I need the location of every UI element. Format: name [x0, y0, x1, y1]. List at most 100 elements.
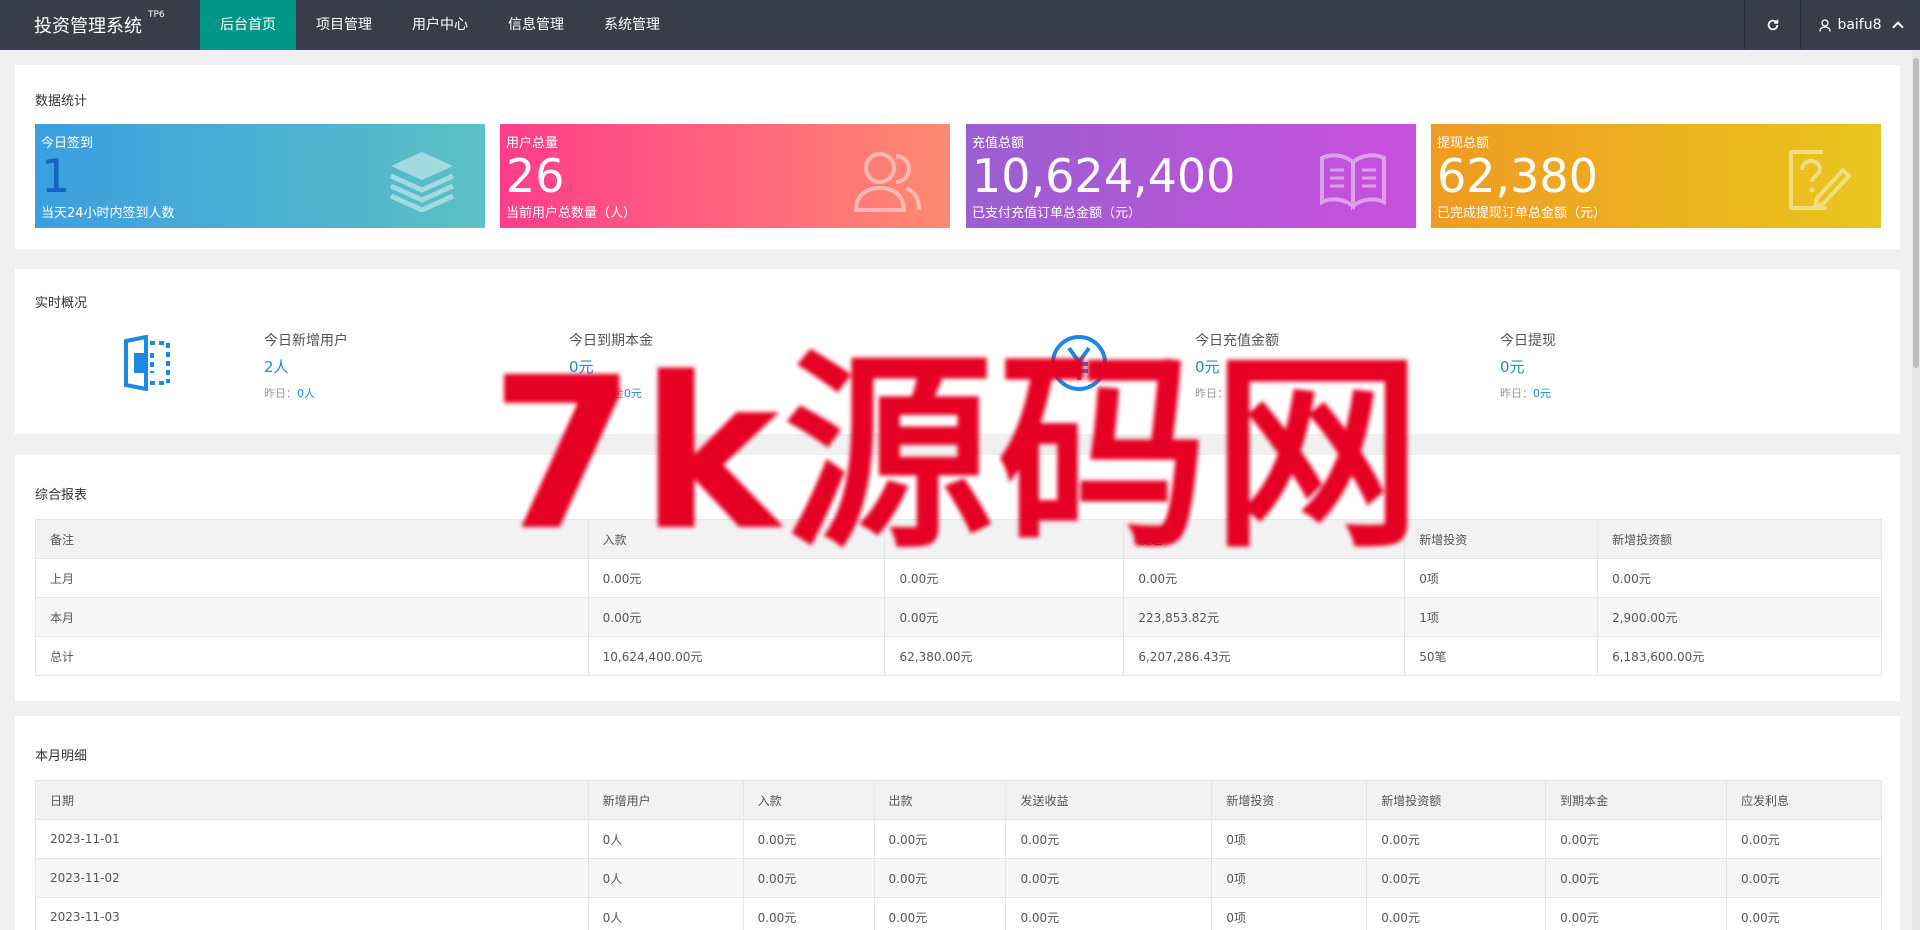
table-row: 本月 0.00元 0.00元 223,853.82元 1项 2,900.00元 [35, 597, 1882, 637]
realtime-value: 2人 [264, 358, 289, 376]
table-cell: 0.00元 [742, 858, 875, 898]
book-icon [1320, 153, 1386, 211]
realtime-label: 今日提现 [1500, 333, 1556, 349]
table-cell: 0项 [1211, 897, 1368, 930]
column-header: 发送 [1123, 519, 1406, 559]
table-cell: 0.00元 [742, 897, 875, 930]
realtime-value: 0元 [1500, 358, 1525, 376]
nav-item-projects[interactable]: 项目管理 [296, 0, 392, 50]
table-cell: 0.00元 [1005, 858, 1213, 898]
stat-card-withdraw: 提现总额 62,380 已完成提现订单总金额（元） [1431, 124, 1881, 228]
table-cell: 0人 [587, 858, 744, 898]
column-header: 入款 [742, 780, 875, 820]
realtime-value: 0元 [1195, 358, 1220, 376]
top-navbar: 投资管理系统 TP6 后台首页 项目管理 用户中心 信息管理 系统管理 baif… [0, 0, 1920, 50]
table-cell: 62,380.00元 [884, 636, 1125, 676]
table-cell: 0人 [587, 897, 744, 930]
table-cell: 1项 [1404, 597, 1599, 637]
realtime-new-users: 今日新增用户 2人 昨日：0人 [264, 330, 348, 401]
realtime-yesterday: 昨日： [1195, 385, 1279, 401]
stat-card-recharge: 充值总额 10,624,400 已支付充值订单总金额（元） [966, 124, 1416, 228]
main-nav: 后台首页 项目管理 用户中心 信息管理 系统管理 [200, 0, 680, 50]
yesterday-label: 昨日： [1195, 387, 1228, 400]
column-header: 新增投资 [1404, 519, 1599, 559]
realtime-label: 今日新增用户 [264, 333, 348, 349]
table-cell: 0项 [1211, 819, 1368, 859]
table-cell: 0.00元 [742, 819, 875, 859]
table-cell: 0.00元 [1545, 897, 1728, 930]
column-header: 出款 [873, 780, 1007, 820]
table-cell: 0.00元 [1726, 819, 1882, 859]
table-header-row: 日期 新增用户 入款 出款 发送收益 新增投资 新增投资额 到期本金 应发利息 [35, 780, 1882, 820]
stats-title: 数据统计 [35, 94, 88, 109]
stat-card-value: 1 [41, 149, 71, 203]
stat-card-value: 10,624,400 [972, 149, 1236, 203]
table-header-row: 备注 入款 发送 新增投资 新增投资额 [35, 519, 1882, 559]
table-cell: 0.00元 [1366, 897, 1547, 930]
user-menu[interactable]: baifu8 [1800, 0, 1920, 50]
stat-card-sub: 当天24小时内签到人数 [41, 206, 175, 221]
layers-icon [389, 152, 455, 212]
column-header: 新增用户 [587, 780, 744, 820]
realtime-value: 0元 [569, 358, 594, 376]
table-cell: 2023-11-03 [35, 897, 589, 930]
nav-item-system[interactable]: 系统管理 [584, 0, 680, 50]
stat-card-sub: 已完成提现订单总金额（元） [1437, 206, 1607, 221]
realtime-title: 实时概况 [35, 296, 88, 311]
nav-item-users[interactable]: 用户中心 [392, 0, 488, 50]
table-cell: 本月 [35, 597, 589, 637]
table-cell: 0.00元 [1597, 558, 1882, 598]
app-brand[interactable]: 投资管理系统 TP6 [0, 10, 200, 38]
table-cell: 2,900.00元 [1597, 597, 1882, 637]
table-cell: 0.00元 [873, 897, 1007, 930]
nav-item-info[interactable]: 信息管理 [488, 0, 584, 50]
yesterday-value: 0人 [297, 387, 315, 400]
realtime-recharge: 今日充值金额 0元 昨日： [1195, 330, 1279, 401]
nav-item-home[interactable]: 后台首页 [200, 0, 296, 50]
users-icon [853, 152, 921, 212]
column-header: 新增投资 [1211, 780, 1368, 820]
table-cell: 0项 [1404, 558, 1599, 598]
table-cell: 2023-11-02 [35, 858, 589, 898]
table-cell: 2023-11-01 [35, 819, 589, 859]
table-cell: 10,624,400.00元 [587, 636, 886, 676]
column-header: 新增投资额 [1597, 519, 1882, 559]
table-cell: 0项 [1211, 858, 1368, 898]
stat-card-checkin: 今日签到 1 当天24小时内签到人数 [35, 124, 485, 228]
column-header [884, 519, 1125, 559]
column-header: 发送收益 [1005, 780, 1213, 820]
page-scrollbar[interactable] [1912, 50, 1920, 930]
table-cell: 0.00元 [884, 558, 1125, 598]
refresh-button[interactable] [1744, 0, 1800, 50]
realtime-yesterday: 昨日：0人 [264, 385, 348, 401]
column-header: 入款 [587, 519, 886, 559]
stat-card-sub: 当前用户总数量（人） [506, 206, 637, 221]
chevron-up-icon [1891, 21, 1904, 33]
table-row: 2023-11-03 0人 0.00元 0.00元 0.00元 0项 0.00元… [35, 897, 1882, 930]
realtime-yesterday: 今日到期金0元 [569, 385, 653, 401]
table-cell: 0.00元 [884, 597, 1125, 637]
table-row: 2023-11-01 0人 0.00元 0.00元 0.00元 0项 0.00元… [35, 819, 1882, 859]
table-cell: 0.00元 [1005, 819, 1213, 859]
table-cell: 0.00元 [1366, 819, 1547, 859]
question-edit-icon [1789, 150, 1852, 210]
table-cell: 6,183,600.00元 [1597, 636, 1882, 676]
realtime-label: 今日到期本金 [569, 333, 653, 349]
table-cell: 0.00元 [1726, 897, 1882, 930]
table-cell: 0.00元 [1005, 897, 1213, 930]
report-title: 综合报表 [35, 488, 88, 503]
table-cell: 0.00元 [1545, 858, 1728, 898]
username: baifu8 [1837, 17, 1882, 33]
yesterday-label: 昨日： [264, 387, 297, 400]
monthly-title: 本月明细 [35, 749, 88, 764]
stat-card-sub: 已支付充值订单总金额（元） [972, 206, 1142, 221]
report-table: 备注 入款 发送 新增投资 新增投资额 上月 0.00元 0.00元 0.00元… [35, 519, 1882, 676]
table-cell: 0人 [587, 819, 744, 859]
scrollbar-thumb[interactable] [1913, 58, 1919, 368]
column-header: 新增投资额 [1366, 780, 1547, 820]
table-cell: 0.00元 [1366, 858, 1547, 898]
stat-card-users: 用户总量 26 当前用户总数量（人） [500, 124, 950, 228]
column-header: 日期 [35, 780, 589, 820]
yesterday-value: 0元 [1533, 387, 1551, 400]
app-title: 投资管理系统 [34, 16, 142, 37]
